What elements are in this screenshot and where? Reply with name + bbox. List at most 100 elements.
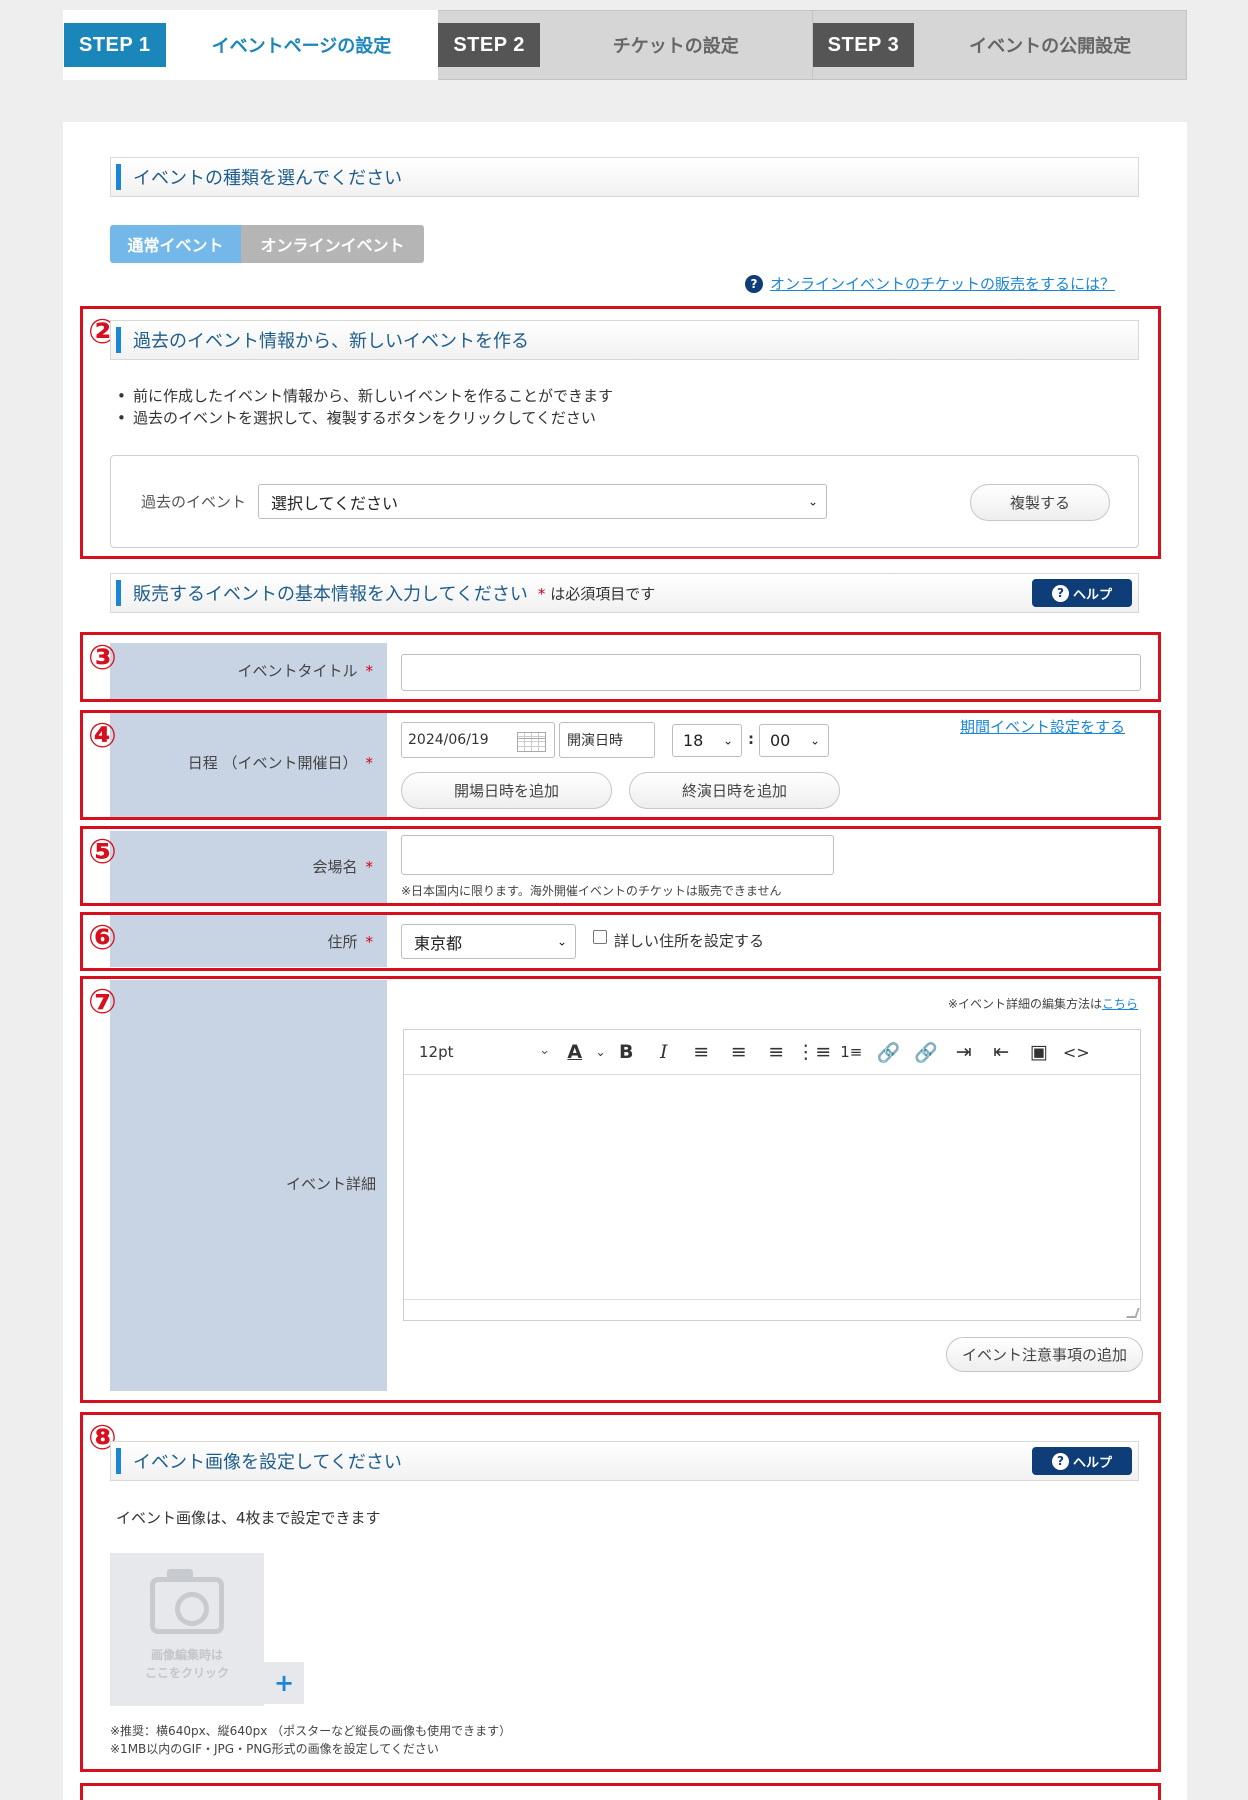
image-icon[interactable]: ▣ <box>1020 1041 1058 1063</box>
align-right-icon[interactable]: ≡ <box>758 1041 796 1063</box>
calendar-icon[interactable] <box>517 732 546 752</box>
image-placeholder-line1: 画像編集時は <box>150 1648 223 1662</box>
chevron-down-icon: ⌄ <box>722 732 733 747</box>
past-event-panel: 過去のイベント 選択してください ⌄ 複製する <box>110 455 1139 548</box>
font-size-select[interactable]: 12pt ⌄ <box>404 1043 556 1061</box>
online-help-link-text[interactable]: オンラインイベントのチケットの販売をするには？ <box>770 273 1115 294</box>
annotation-number-4: ④ <box>88 716 117 756</box>
step-1-badge: STEP 1 <box>64 23 166 67</box>
list-item: 過去のイベントを選択して、複製するボタンをクリックしてください <box>115 407 613 429</box>
edit-method-note-text: ※イベント詳細の編集方法は <box>947 997 1102 1011</box>
step-progress-bar: STEP 1 イベントページの設定 STEP 2 チケットの設定 STEP 3 … <box>63 10 1187 80</box>
align-center-icon[interactable]: ≡ <box>720 1041 758 1063</box>
step-3: STEP 3 イベントの公開設定 <box>812 10 1187 80</box>
normal-event-option[interactable]: 通常イベント <box>110 225 241 263</box>
hour-select[interactable]: 18 ⌄ <box>672 724 742 757</box>
step-3-label: イベントの公開設定 <box>969 36 1132 57</box>
past-event-select[interactable]: 選択してください ⌄ <box>258 484 827 519</box>
add-image-button[interactable]: + <box>264 1662 304 1704</box>
italic-icon[interactable]: I <box>645 1041 683 1063</box>
chevron-down-icon: ⌄ <box>807 493 818 508</box>
minute-select-value: 00 <box>770 731 791 750</box>
prefecture-select[interactable]: 東京都 ⌄ <box>401 924 576 959</box>
indent-icon[interactable]: ⇥ <box>945 1041 983 1063</box>
step-3-badge: STEP 3 <box>812 23 915 67</box>
help-button-label: ヘルプ <box>1072 1455 1112 1471</box>
required-asterisk: * <box>365 754 374 772</box>
image-description: イベント画像は、4枚まで設定できます <box>116 1509 381 1527</box>
code-icon[interactable]: <> <box>1058 1043 1096 1062</box>
title-label: イベントタイトル * <box>110 660 373 681</box>
link-icon[interactable]: 🔗 <box>870 1041 908 1064</box>
add-open-time-button[interactable]: 開場日時を追加 <box>401 772 612 809</box>
annotation-number-7: ⑦ <box>88 982 117 1022</box>
help-button[interactable]: ? ヘルプ <box>1032 579 1132 607</box>
image-heading-text: イベント画像を設定してください <box>133 1452 402 1473</box>
image-format-note: ※1MB以内のGIF・JPG・PNG形式の画像を設定してください <box>110 1742 439 1756</box>
copy-button[interactable]: 複製する <box>970 484 1110 521</box>
align-left-icon[interactable]: ≡ <box>683 1041 721 1063</box>
required-asterisk: * <box>537 584 546 603</box>
title-label-text: イベントタイトル <box>237 662 358 680</box>
editor-status-bar <box>404 1299 1140 1300</box>
camera-icon <box>150 1569 224 1634</box>
edit-method-link[interactable]: こちら <box>1102 997 1138 1011</box>
chevron-down-icon[interactable]: ⌄ <box>594 1045 608 1059</box>
question-icon: ? <box>1051 584 1069 602</box>
step-1-label: イベントページの設定 <box>211 36 392 57</box>
help-button[interactable]: ? ヘルプ <box>1032 1447 1132 1475</box>
date-label: 日程 （イベント開催日） * <box>110 752 373 773</box>
online-help-link[interactable]: ? オンラインイベントのチケットの販売をするには？ <box>744 273 1115 294</box>
help-button-label: ヘルプ <box>1072 587 1112 603</box>
annotation-box-next <box>80 1783 1161 1800</box>
bullet-list-icon[interactable]: ⋮≡ <box>795 1041 833 1063</box>
venue-name-input[interactable] <box>401 835 834 875</box>
required-note-text: は必須項目です <box>550 584 656 603</box>
heading-bar <box>116 580 121 606</box>
past-event-heading-text: 過去のイベント情報から、新しいイベントを作る <box>133 331 529 352</box>
event-type-heading-text: イベントの種類を選んでください <box>133 168 403 189</box>
address-label: 住所 * <box>110 931 373 952</box>
add-end-time-button[interactable]: 終演日時を追加 <box>629 772 840 809</box>
minute-select[interactable]: 00 ⌄ <box>759 724 829 757</box>
rich-text-editor[interactable]: 12pt ⌄ A ⌄ B I ≡ ≡ ≡ ⋮≡ 1≡ 🔗 🔗 ⇥ ⇤ ▣ <> <box>403 1029 1141 1321</box>
heading-bar <box>116 327 121 353</box>
required-asterisk: * <box>365 662 374 680</box>
date-label-text: 日程 （イベント開催日） <box>187 754 358 772</box>
outdent-icon[interactable]: ⇤ <box>983 1041 1021 1063</box>
chevron-down-icon: ⌄ <box>809 732 820 747</box>
period-event-link[interactable]: 期間イベント設定をする <box>960 716 1125 737</box>
add-notice-button[interactable]: イベント注意事項の追加 <box>946 1337 1143 1372</box>
image-size-note: ※推奨：横640px、縦640px （ポスターなど縦長の画像も使用できます） <box>110 1724 512 1738</box>
image-placeholder[interactable]: 画像編集時は ここをクリック <box>110 1553 264 1706</box>
detail-label: イベント詳細 <box>285 1175 376 1193</box>
prefecture-select-value: 東京都 <box>414 933 463 953</box>
bold-icon[interactable]: B <box>608 1041 646 1063</box>
resize-handle-icon[interactable] <box>1126 1308 1140 1318</box>
venue-label: 会場名 * <box>110 856 373 877</box>
question-icon: ? <box>744 274 763 293</box>
step-2: STEP 2 チケットの設定 <box>438 10 813 80</box>
font-color-icon[interactable]: A <box>556 1041 594 1063</box>
past-event-instructions: 前に作成したイベント情報から、新しいイベントを作ることができます 過去のイベント… <box>115 385 613 429</box>
heading-bar <box>116 1448 121 1474</box>
step-2-badge: STEP 2 <box>438 23 540 67</box>
event-date-input[interactable]: 2024/06/19 <box>401 722 555 758</box>
font-size-value: 12pt <box>419 1043 454 1061</box>
event-title-input[interactable] <box>401 654 1141 691</box>
unlink-icon[interactable]: 🔗 <box>908 1041 946 1064</box>
numbered-list-icon[interactable]: 1≡ <box>833 1043 871 1061</box>
editor-toolbar: 12pt ⌄ A ⌄ B I ≡ ≡ ≡ ⋮≡ 1≡ 🔗 🔗 ⇥ ⇤ ▣ <> <box>404 1030 1140 1075</box>
required-note: * は必須項目です <box>538 583 655 604</box>
step-2-label: チケットの設定 <box>612 36 739 57</box>
event-type-toggle: 通常イベント オンラインイベント <box>110 225 424 263</box>
venue-label-text: 会場名 <box>312 858 358 876</box>
image-placeholder-line2: ここをクリック <box>144 1666 229 1680</box>
online-event-option[interactable]: オンラインイベント <box>241 225 424 263</box>
past-event-label: 過去のイベント <box>141 493 247 511</box>
detail-address-label: 詳しい住所を設定する <box>614 932 765 950</box>
plus-icon: + <box>273 1669 295 1697</box>
list-item: 前に作成したイベント情報から、新しいイベントを作ることができます <box>115 385 613 407</box>
address-label-text: 住所 <box>327 933 358 951</box>
detail-address-checkbox[interactable] <box>593 930 607 944</box>
